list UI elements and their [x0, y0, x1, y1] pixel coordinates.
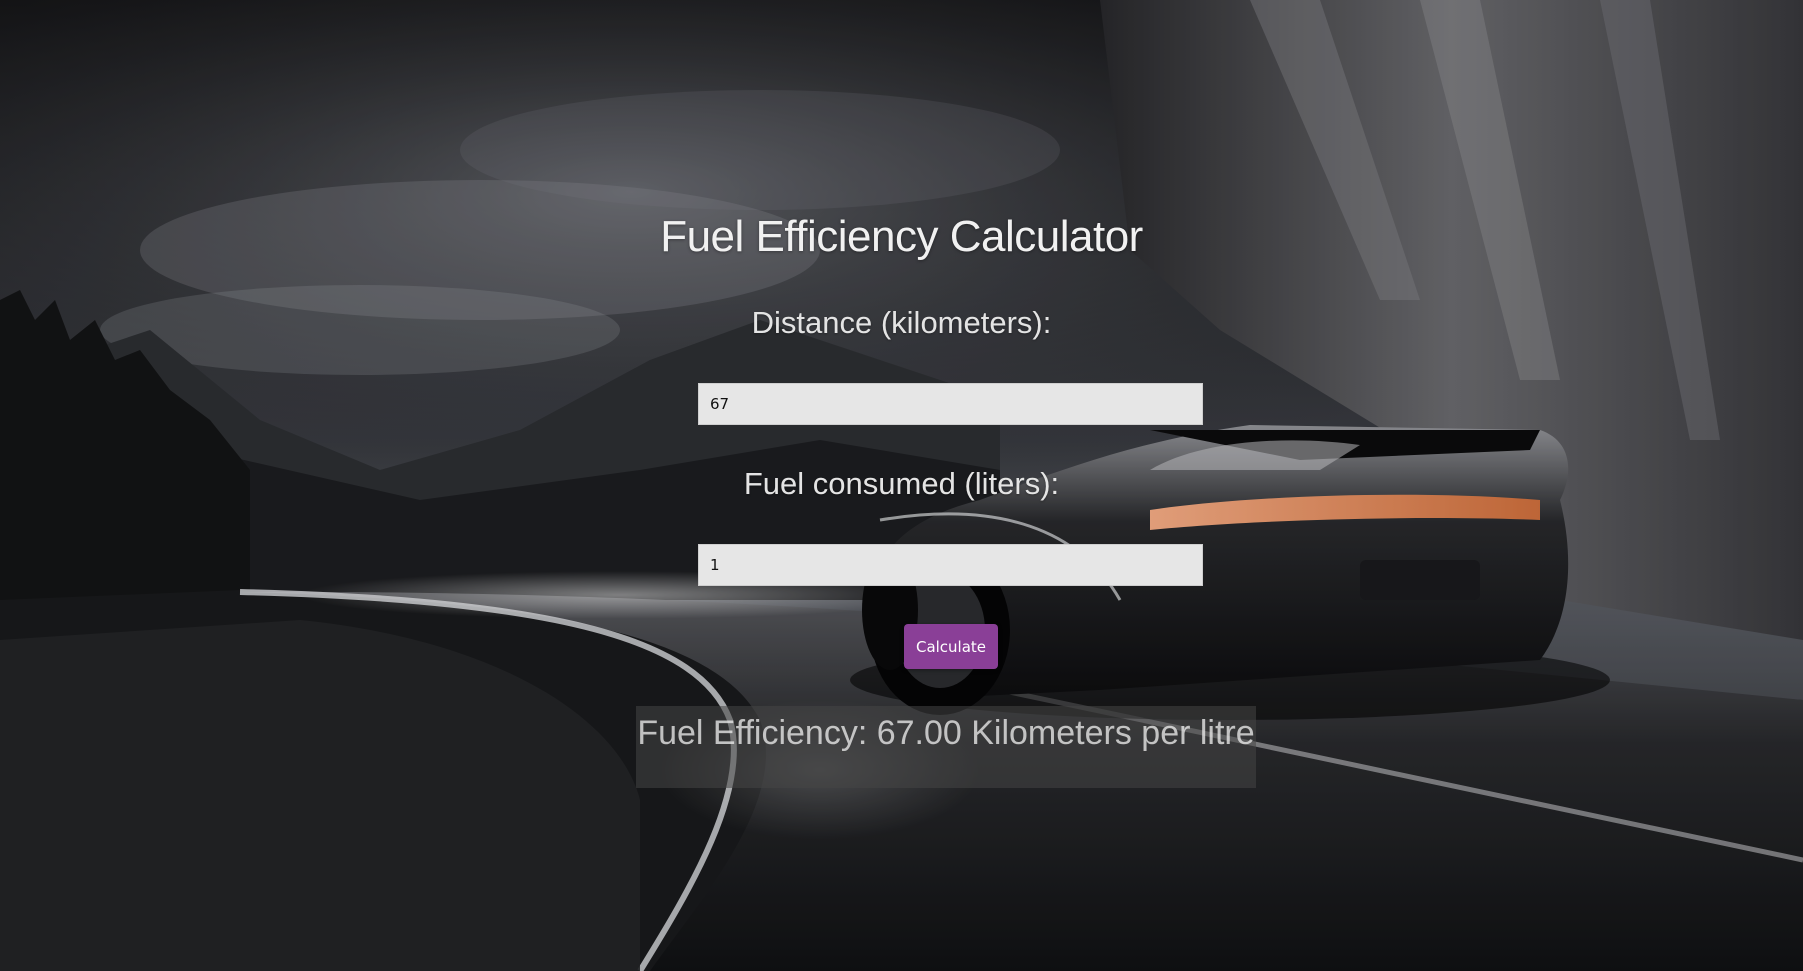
distance-label: Distance (kilometers): [751, 305, 1052, 340]
page-title: Fuel Efficiency Calculator [660, 212, 1143, 261]
calculate-button[interactable]: Calculate [904, 624, 998, 669]
fuel-efficiency-result: Fuel Efficiency: 67.00 Kilometers per li… [636, 706, 1256, 788]
fuel-consumed-label: Fuel consumed (liters): [743, 466, 1060, 501]
fuel-calculator: Fuel Efficiency Calculator Distance (kil… [0, 0, 1803, 971]
distance-input[interactable] [698, 383, 1203, 425]
fuel-consumed-input[interactable] [698, 544, 1203, 586]
